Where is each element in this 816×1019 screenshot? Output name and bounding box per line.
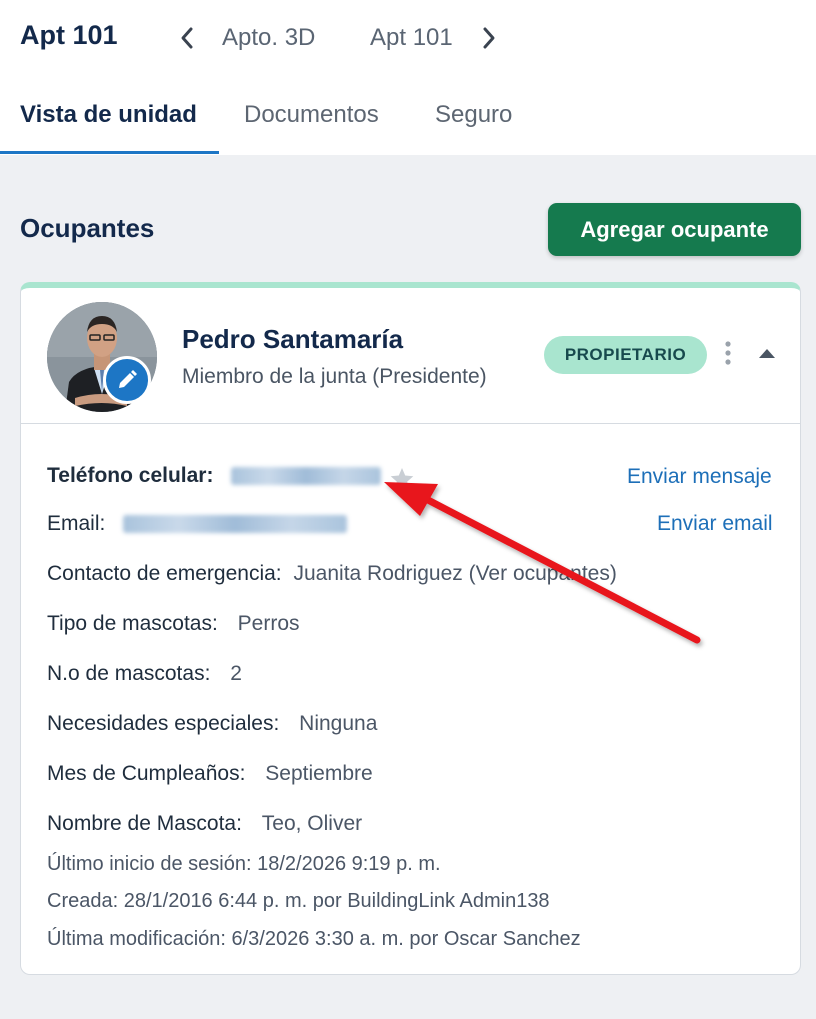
unit-header: Apt 101 Apto. 3D Apt 101 Vista de unidad… xyxy=(0,0,816,155)
chevron-up-icon[interactable] xyxy=(757,346,777,360)
send-message-link[interactable]: Enviar mensaje xyxy=(627,465,772,489)
pet-type-row: Tipo de mascotas: Perros xyxy=(47,612,300,636)
birthday-value: Septiembre xyxy=(265,762,373,785)
birthday-label: Mes de Cumpleaños: xyxy=(47,762,246,785)
pet-name-row: Nombre de Mascota: Teo, Oliver xyxy=(47,812,362,836)
email-row: Email: xyxy=(47,512,348,536)
phone-value-redacted[interactable] xyxy=(231,467,382,486)
emergency-value[interactable]: Juanita Rodriguez (Ver ocupantes) xyxy=(293,562,616,585)
current-unit-label: Apt 101 xyxy=(370,24,453,51)
special-needs-label: Necesidades especiales: xyxy=(47,712,280,735)
prev-unit-link[interactable]: Apto. 3D xyxy=(222,24,315,52)
page-title: Apt 101 xyxy=(20,20,118,50)
pet-count-row: N.o de mascotas: 2 xyxy=(47,662,242,686)
occupant-role: Miembro de la junta (Presidente) xyxy=(182,365,487,388)
chevron-left-icon[interactable] xyxy=(176,24,198,52)
birthday-row: Mes de Cumpleaños: Septiembre xyxy=(47,762,373,786)
occupant-card: Pedro Santamaría Miembro de la junta (Pr… xyxy=(20,282,801,975)
occupant-card-header[interactable]: Pedro Santamaría Miembro de la junta (Pr… xyxy=(21,288,800,424)
email-label: Email: xyxy=(47,512,106,535)
send-email-link[interactable]: Enviar email xyxy=(657,512,773,536)
email-value-redacted[interactable] xyxy=(123,515,348,534)
special-needs-value: Ninguna xyxy=(299,712,378,735)
pencil-icon xyxy=(119,370,137,388)
emergency-row: Contacto de emergencia: Juanita Rodrigue… xyxy=(47,562,617,586)
edit-avatar-button[interactable] xyxy=(103,356,151,404)
phone-label: Teléfono celular: xyxy=(47,464,214,487)
modified-info: Última modificación: 6/3/2026 3:30 a. m.… xyxy=(47,928,581,950)
phone-row: Teléfono celular: xyxy=(47,464,382,488)
emergency-label: Contacto de emergencia: xyxy=(47,562,282,585)
kebab-icon[interactable] xyxy=(721,338,735,368)
add-occupant-button[interactable]: Agregar ocupante xyxy=(548,203,801,256)
occupant-name: Pedro Santamaría xyxy=(182,324,404,354)
special-needs-row: Necesidades especiales: Ninguna xyxy=(47,712,377,736)
pet-type-label: Tipo de mascotas: xyxy=(47,612,218,635)
tab-documents[interactable]: Documentos xyxy=(244,101,379,129)
pet-name-value: Teo, Oliver xyxy=(261,812,363,835)
tab-insurance[interactable]: Seguro xyxy=(435,101,512,129)
created-info: Creada: 28/1/2016 6:44 p. m. por Buildin… xyxy=(47,890,550,912)
active-tab-indicator xyxy=(0,151,219,154)
star-icon[interactable] xyxy=(389,466,415,492)
pet-name-label: Nombre de Mascota: xyxy=(47,812,242,835)
chevron-right-icon[interactable] xyxy=(478,24,500,52)
pet-count-label: N.o de mascotas: xyxy=(47,662,211,685)
last-login: Último inicio de sesión: 18/2/2026 9:19 … xyxy=(47,853,441,875)
section-title: Ocupantes xyxy=(20,213,155,243)
pet-type-value: Perros xyxy=(237,612,300,635)
pet-count-value: 2 xyxy=(230,662,242,685)
tab-unit-view[interactable]: Vista de unidad xyxy=(20,101,197,129)
status-badge: PROPIETARIO xyxy=(544,336,707,374)
